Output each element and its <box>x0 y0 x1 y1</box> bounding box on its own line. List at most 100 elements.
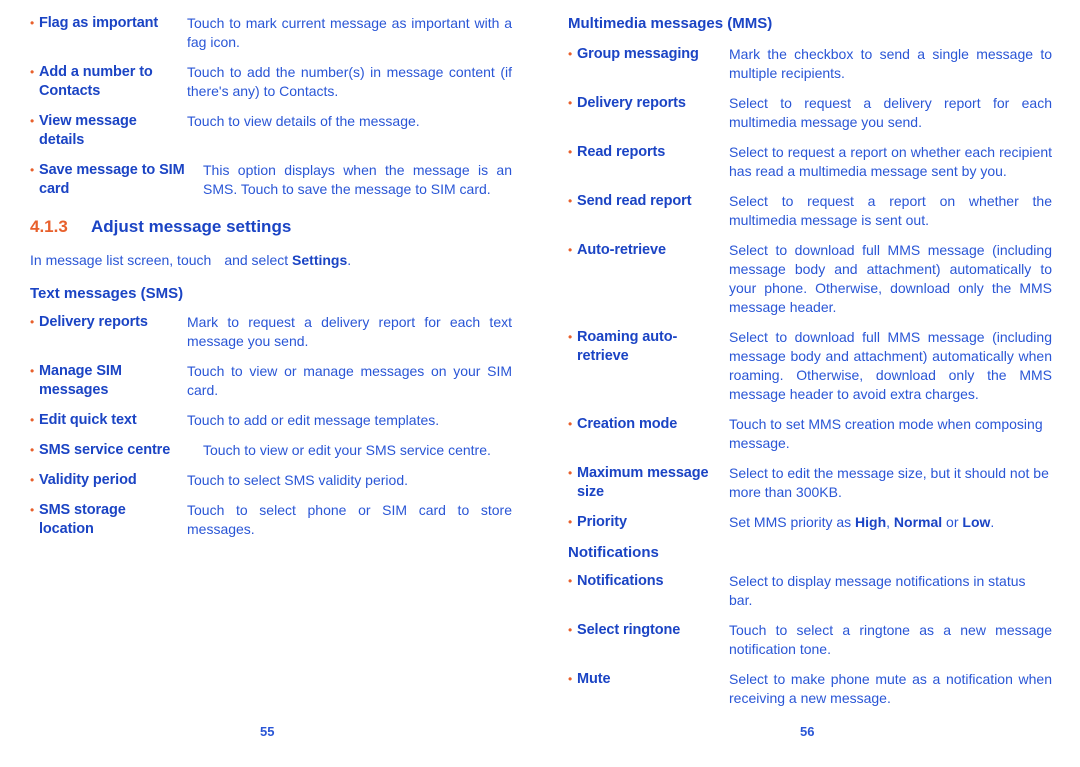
definition-row: • Send read report Select to request a r… <box>568 192 1052 230</box>
section-heading: 4.1.3 Adjust message settings <box>30 217 512 237</box>
definition-term: Delivery reports <box>39 314 148 330</box>
notification-settings-list: • Notifications Select to display messag… <box>568 572 1052 708</box>
definition-description: Select to make phone mute as a notificat… <box>729 671 1052 706</box>
subsection-heading-text-messages: Text messages (SMS) <box>30 285 184 302</box>
priority-desc-suffix: . <box>990 514 995 530</box>
intro-bold-word: Settings <box>292 252 348 268</box>
definition-term: Mute <box>577 671 611 687</box>
bullet-icon: • <box>568 194 573 208</box>
definition-description: Mark to request a delivery report for ea… <box>187 314 512 349</box>
definition-term: View message details <box>39 113 137 148</box>
definition-term: Edit quick text <box>39 412 137 428</box>
definition-row: • Validity period Touch to select SMS va… <box>30 471 512 490</box>
bullet-icon: • <box>30 364 35 378</box>
bullet-icon: • <box>30 16 35 30</box>
section-title: Adjust message settings <box>91 217 292 236</box>
definition-row: • Group messaging Mark the checkbox to s… <box>568 45 1052 83</box>
options-list-continued: • Flag as important Touch to mark curren… <box>30 14 512 199</box>
bullet-icon: • <box>568 672 573 686</box>
definition-term: Notifications <box>577 573 664 589</box>
mms-settings-list: • Group messaging Mark the checkbox to s… <box>568 45 1052 532</box>
definition-row: • View message details Touch to view det… <box>30 112 512 150</box>
definition-row: • SMS service centre Touch to view or ed… <box>30 441 512 460</box>
definition-description: Select to download full MMS message (inc… <box>729 242 1052 315</box>
bullet-icon: • <box>568 574 573 588</box>
definition-description: Touch to add or edit message templates. <box>187 412 440 428</box>
definition-row: • SMS storage location Touch to select p… <box>30 501 512 539</box>
bullet-icon: • <box>568 466 573 480</box>
definition-row: • Edit quick text Touch to add or edit m… <box>30 411 512 430</box>
definition-description: Select to request a delivery report for … <box>729 95 1052 130</box>
page-number-left: 55 <box>260 724 275 739</box>
manual-two-page-spread: • Flag as important Touch to mark curren… <box>0 0 1080 767</box>
definition-description: Select to display message notifications … <box>729 573 1026 608</box>
definition-term: Maximum message size <box>577 465 709 500</box>
definition-description: Touch to mark current message as importa… <box>187 15 512 50</box>
definition-term: Creation mode <box>577 416 678 432</box>
definition-description: This option displays when the message is… <box>203 162 512 197</box>
definition-row: • Read reports Select to request a repor… <box>568 143 1052 181</box>
definition-description: Select to request a report on whether ea… <box>729 144 1052 179</box>
priority-option-high: High <box>855 514 887 530</box>
definition-row: • Manage SIM messages Touch to view or m… <box>30 362 512 400</box>
definition-row: • Maximum message size Select to edit th… <box>568 464 1052 502</box>
priority-separator-2: or <box>942 514 963 530</box>
definition-term: Manage SIM messages <box>39 363 122 398</box>
bullet-icon: • <box>30 65 35 79</box>
definition-row: • Roaming auto-retrieve Select to downlo… <box>568 328 1052 404</box>
definition-term: Read reports <box>577 144 666 160</box>
priority-option-normal: Normal <box>893 514 943 530</box>
definition-term: Roaming auto-retrieve <box>577 329 678 364</box>
bullet-icon: • <box>568 243 573 257</box>
definition-row-priority: • Priority Set MMS priority as High, Nor… <box>568 513 1052 532</box>
bullet-icon: • <box>568 623 573 637</box>
sms-settings-list: • Delivery reports Mark to request a del… <box>30 313 512 539</box>
definition-description: Mark the checkbox to send a single messa… <box>729 46 1052 81</box>
definition-row: • Select ringtone Touch to select a ring… <box>568 621 1052 659</box>
definition-description: Touch to set MMS creation mode when comp… <box>729 416 1043 451</box>
definition-term: Select ringtone <box>577 622 681 638</box>
definition-description: Set MMS priority as High, Normal or Low. <box>729 513 1052 532</box>
bullet-icon: • <box>30 503 35 517</box>
intro-paragraph: In message list screen, touch and select … <box>30 251 512 270</box>
definition-row: • Delivery reports Mark to request a del… <box>30 313 512 351</box>
definition-term: Flag as important <box>39 15 159 31</box>
priority-separator-1: , <box>886 514 894 530</box>
bullet-icon: • <box>30 473 35 487</box>
bullet-icon: • <box>568 417 573 431</box>
definition-row: • Flag as important Touch to mark curren… <box>30 14 512 52</box>
priority-option-low: Low <box>962 514 991 530</box>
intro-text-before: In message list screen, touch <box>30 252 212 268</box>
definition-description: Select to request a report on whether th… <box>729 193 1052 228</box>
bullet-icon: • <box>30 443 35 457</box>
bullet-icon: • <box>568 96 573 110</box>
intro-trailing: . <box>347 252 352 268</box>
definition-row: • Creation mode Touch to set MMS creatio… <box>568 415 1052 453</box>
bullet-icon: • <box>568 145 573 159</box>
definition-term: SMS storage location <box>39 502 126 537</box>
bullet-icon: • <box>568 47 573 61</box>
bullet-icon: • <box>568 515 573 529</box>
definition-term: Save message to SIM card <box>39 162 185 197</box>
definition-term: Group messaging <box>577 46 699 62</box>
definition-row: • Delivery reports Select to request a d… <box>568 94 1052 132</box>
definition-term: SMS service centre <box>39 442 171 458</box>
page-right: Multimedia messages (MMS) • Group messag… <box>540 0 1080 767</box>
page-number-right: 56 <box>800 724 815 739</box>
bullet-icon: • <box>30 315 35 329</box>
definition-description: Touch to select phone or SIM card to sto… <box>187 502 512 537</box>
definition-description: Select to download full MMS message (inc… <box>729 329 1052 402</box>
definition-term: Add a number to Contacts <box>39 64 153 99</box>
definition-row: • Notifications Select to display messag… <box>568 572 1052 610</box>
bullet-icon: • <box>30 163 35 177</box>
definition-term: Delivery reports <box>577 95 686 111</box>
definition-term: Send read report <box>577 193 692 209</box>
definition-row: • Auto-retrieve Select to download full … <box>568 241 1052 317</box>
definition-description: Touch to view or manage messages on your… <box>187 363 512 398</box>
page-left: • Flag as important Touch to mark curren… <box>0 0 540 767</box>
definition-description: Touch to select a ringtone as a new mess… <box>729 622 1052 657</box>
definition-term: Auto-retrieve <box>577 242 666 258</box>
bullet-icon: • <box>30 114 35 128</box>
definition-row: • Save message to SIM card This option d… <box>30 161 512 199</box>
definition-description: Touch to view or edit your SMS service c… <box>203 442 491 458</box>
